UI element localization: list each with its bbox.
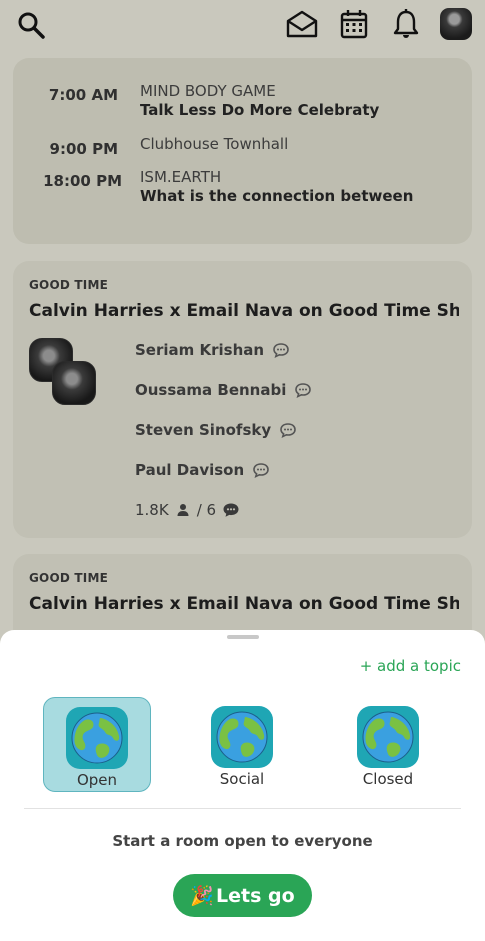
chat-icon: [223, 503, 239, 517]
person-icon: [177, 504, 189, 516]
room-club-name: GOOD TIME: [29, 278, 108, 292]
schedule-time: 18:00 PM: [43, 172, 122, 190]
start-room-sheet: + add a topic Open Social Closed Start a…: [0, 630, 485, 941]
schedule-title: Talk Less Do More Celebraty: [140, 101, 380, 119]
top-bar: [0, 0, 485, 50]
speaker-name: Oussama Bennabi: [135, 381, 287, 399]
room-type-social[interactable]: Social: [188, 697, 296, 792]
lets-go-button[interactable]: 🎉 Lets go: [173, 874, 312, 917]
speech-bubble-icon: [253, 463, 269, 478]
speaker-name: Steven Sinofsky: [135, 421, 272, 439]
lets-go-label: Lets go: [216, 884, 295, 907]
speech-bubble-icon: [295, 383, 312, 398]
room-type-description: Start a room open to everyone: [112, 832, 373, 850]
schedule-club: Clubhouse Townhall: [140, 135, 289, 153]
room-type-open[interactable]: Open: [43, 697, 151, 792]
room-type-label: Social: [219, 770, 265, 788]
speaker-row: Oussama Bennabi: [135, 381, 312, 399]
avatar[interactable]: [440, 8, 472, 40]
calendar-icon[interactable]: [337, 7, 371, 41]
room-type-label: Closed: [362, 770, 414, 788]
envelope-icon[interactable]: [284, 7, 320, 41]
speaker-row: Seriam Krishan: [135, 341, 290, 359]
speech-bubble-icon: [280, 423, 296, 438]
search-icon[interactable]: [14, 8, 48, 42]
schedule-club: MIND BODY GAME: [140, 82, 276, 100]
schedule-title: What is the connection between: [140, 187, 414, 205]
speaker-avatars: [29, 338, 99, 408]
party-popper-icon: 🎉: [190, 885, 214, 907]
divider: [24, 808, 461, 809]
speaker-count: / 6: [196, 501, 217, 519]
listener-count: 1.8K: [135, 501, 169, 519]
speaker-name: Paul Davison: [135, 461, 245, 479]
globe-icon: [357, 706, 419, 768]
schedule-time: 7:00 AM: [48, 86, 118, 104]
schedule-time: 9:00 PM: [49, 140, 118, 158]
room-type-label: Open: [76, 771, 118, 789]
upcoming-schedule[interactable]: 7:00 AM MIND BODY GAME Talk Less Do More…: [13, 58, 472, 244]
drag-handle[interactable]: [227, 635, 259, 639]
speech-bubble-icon: [273, 343, 289, 358]
speaker-row: Steven Sinofsky: [135, 421, 297, 439]
room-stats: 1.8K / 6: [135, 501, 240, 519]
avatar: [52, 361, 96, 405]
room-club-name: GOOD TIME: [29, 571, 108, 585]
speaker-row: Paul Davison: [135, 461, 270, 479]
globe-icon: [211, 706, 273, 768]
globe-icon: [66, 707, 128, 769]
bell-icon[interactable]: [390, 7, 422, 41]
room-card[interactable]: GOOD TIME Calvin Harries x Email Nava on…: [13, 261, 472, 538]
room-type-closed[interactable]: Closed: [334, 697, 442, 792]
room-title: Calvin Harries x Email Nava on Good Time…: [29, 301, 459, 321]
speaker-name: Seriam Krishan: [135, 341, 265, 359]
schedule-club: ISM.EARTH: [140, 168, 222, 186]
add-topic-link[interactable]: + add a topic: [360, 657, 461, 675]
room-title: Calvin Harries x Email Nava on Good Time…: [29, 594, 459, 614]
